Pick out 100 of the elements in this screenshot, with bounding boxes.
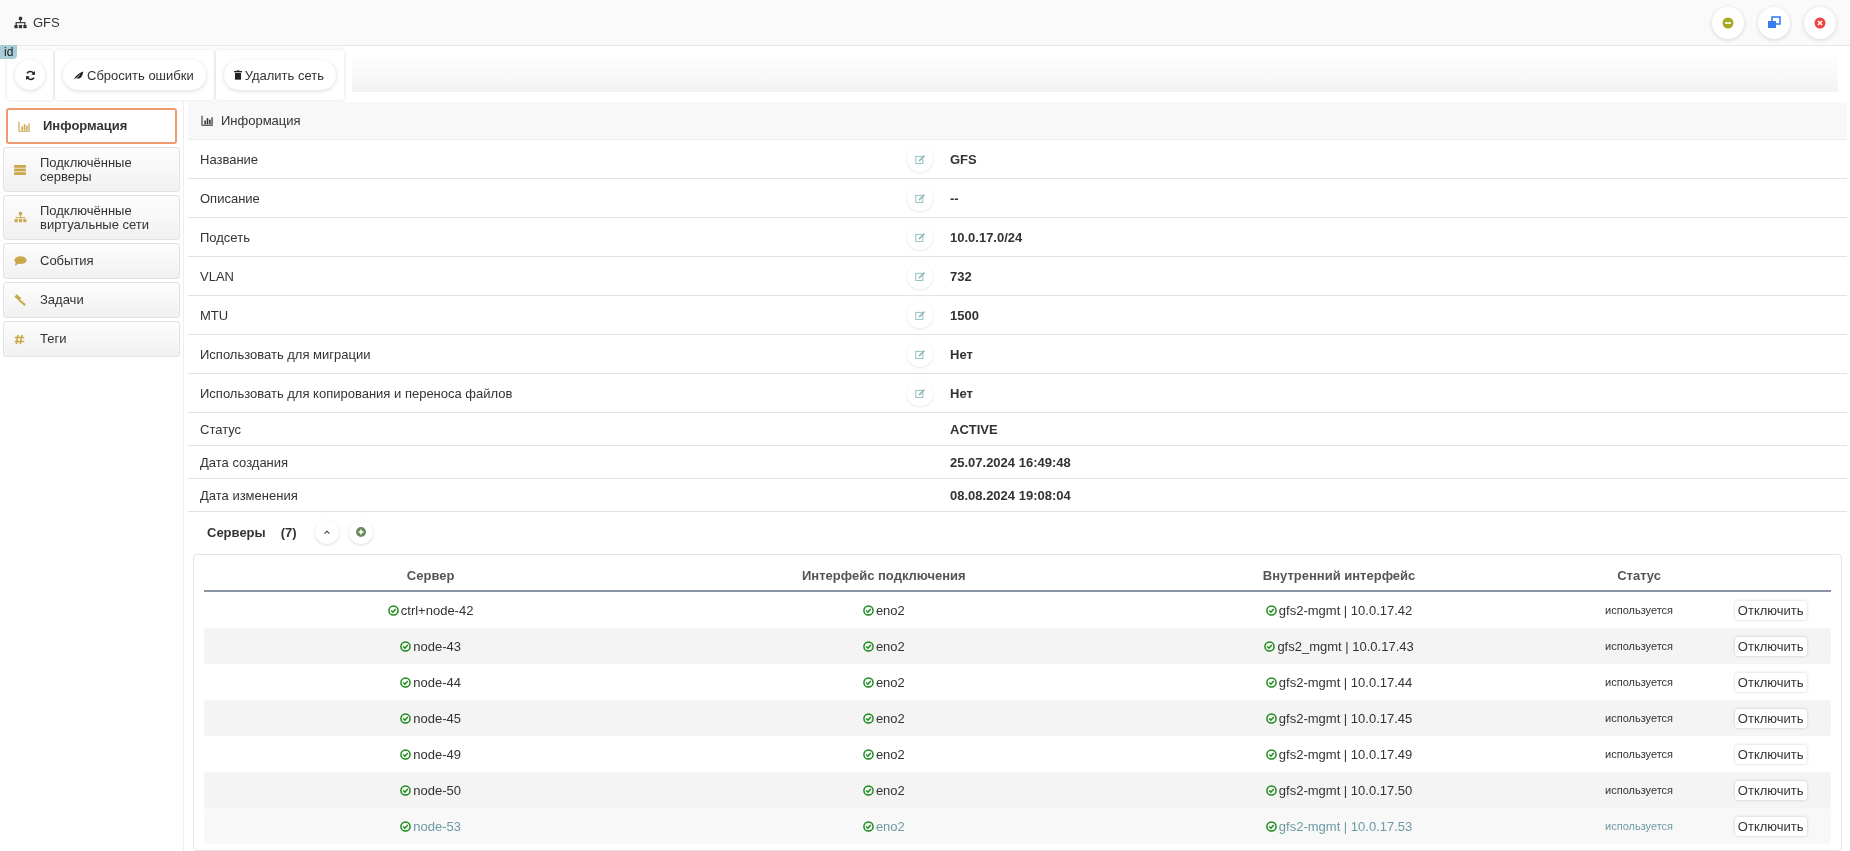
table-cell: используется (1605, 640, 1674, 652)
table-cell: eno2 (875, 602, 905, 618)
table-cell: используется (1605, 820, 1674, 832)
add-button[interactable] (348, 520, 373, 544)
edit-button[interactable] (907, 185, 933, 211)
disconnect-button[interactable]: Отключить (1734, 708, 1807, 728)
table-cell: используется (1605, 676, 1674, 688)
table-cell: node-45 (413, 710, 461, 726)
minimize-icon (1722, 16, 1734, 29)
check-icon (400, 640, 412, 652)
property-value: -- (949, 190, 959, 206)
property-value: Нет (949, 385, 973, 401)
table-cell: node-44 (413, 674, 461, 690)
edit-icon (914, 153, 926, 165)
table-cell: node-43 (413, 638, 461, 654)
minimize-button[interactable] (1712, 6, 1744, 39)
section-title: Серверы (207, 524, 266, 540)
check-icon (1265, 748, 1277, 760)
check-icon (862, 784, 874, 796)
property-value: Нет (949, 346, 973, 362)
speech-bubble-icon (14, 256, 27, 266)
edit-icon (914, 270, 926, 282)
sidebar-item[interactable]: События (3, 243, 180, 279)
column-header: Внутренний интерфейс (1261, 568, 1417, 583)
window-title: GFS (33, 15, 60, 30)
property-value: 1500 (949, 307, 979, 323)
sidebar-item[interactable]: Теги (3, 321, 180, 357)
edit-icon (914, 309, 926, 321)
column-header: Интерфейс подключения (801, 568, 967, 583)
check-icon (400, 784, 412, 796)
table-cell: gfs2-mgmt | 10.0.17.45 (1278, 710, 1413, 726)
check-icon (862, 640, 874, 652)
property-label: VLAN (199, 268, 235, 284)
property-label: Название (199, 151, 260, 167)
table-cell: gfs2-mgmt | 10.0.17.50 (1278, 782, 1413, 798)
refresh-icon (24, 69, 36, 81)
leaf-icon (73, 69, 84, 81)
property-label: Дата создания (199, 454, 290, 470)
refresh-button[interactable] (15, 60, 45, 90)
table-cell: eno2 (875, 746, 905, 762)
sidebar-item[interactable]: Задачи (3, 282, 180, 318)
restore-icon (1767, 15, 1781, 30)
property-label: Подсеть (199, 229, 251, 245)
check-icon (1265, 784, 1277, 796)
property-value: 732 (949, 268, 972, 284)
disconnect-button[interactable]: Отключить (1734, 600, 1807, 620)
column-header: Сервер (405, 568, 456, 583)
edit-icon (914, 231, 926, 243)
reset-button[interactable]: Сбросить ошибки (63, 60, 206, 90)
id-badge: id (0, 45, 18, 59)
disconnect-button[interactable]: Отключить (1734, 672, 1807, 692)
server-icon (14, 164, 26, 175)
edit-button[interactable] (907, 263, 933, 289)
table-cell: eno2 (875, 818, 905, 834)
edit-button[interactable] (907, 146, 933, 172)
table-cell: используется (1605, 712, 1674, 724)
table-cell: gfs2-mgmt | 10.0.17.44 (1278, 674, 1413, 690)
table-cell: eno2 (875, 674, 905, 690)
property-value: GFS (949, 151, 977, 167)
table-cell: gfs2-mgmt | 10.0.17.42 (1278, 602, 1413, 618)
disconnect-button[interactable]: Отключить (1734, 744, 1807, 764)
chart-icon (201, 115, 214, 126)
edit-button[interactable] (907, 302, 933, 328)
property-value: 25.07.2024 16:49:48 (949, 454, 1071, 470)
sidebar-item[interactable]: Подключённые серверы (3, 147, 180, 192)
table-cell: используется (1605, 748, 1674, 760)
chart-icon (18, 120, 31, 132)
restore-button[interactable] (1758, 6, 1790, 39)
sidebar-item[interactable]: Информация (6, 108, 177, 144)
check-icon (400, 676, 412, 688)
table-cell: eno2 (875, 710, 905, 726)
close-icon (1814, 16, 1826, 29)
close-button[interactable] (1804, 6, 1836, 39)
table-cell: node-53 (413, 818, 461, 834)
server-count: (7) (280, 524, 297, 540)
table-cell: node-50 (413, 782, 461, 798)
table-cell: eno2 (875, 638, 905, 654)
table-cell: используется (1605, 784, 1674, 796)
check-icon (1265, 712, 1277, 724)
check-icon (862, 748, 874, 760)
edit-button[interactable] (907, 341, 933, 367)
check-icon (862, 820, 874, 832)
property-label: Статус (199, 421, 243, 437)
property-value: 08.08.2024 19:08:04 (949, 487, 1071, 503)
edit-button[interactable] (907, 380, 933, 406)
check-icon (862, 604, 874, 616)
disconnect-button[interactable]: Отключить (1734, 636, 1807, 656)
edit-icon (914, 387, 926, 399)
edit-button[interactable] (907, 224, 933, 250)
table-cell: eno2 (875, 782, 905, 798)
caret-icon (322, 528, 331, 536)
check-icon (862, 712, 874, 724)
property-label: Использовать для копирования и переноса файлов (199, 385, 514, 401)
disconnect-button[interactable]: Отключить (1734, 816, 1807, 836)
delete-button[interactable]: Удалить сеть (223, 60, 336, 90)
sidebar-item[interactable]: Подключённые виртуальные сети (3, 195, 180, 240)
property-label: MTU (199, 307, 230, 323)
collapse-button[interactable] (314, 520, 339, 544)
disconnect-button[interactable]: Отключить (1734, 780, 1807, 800)
check-icon (1264, 640, 1276, 652)
